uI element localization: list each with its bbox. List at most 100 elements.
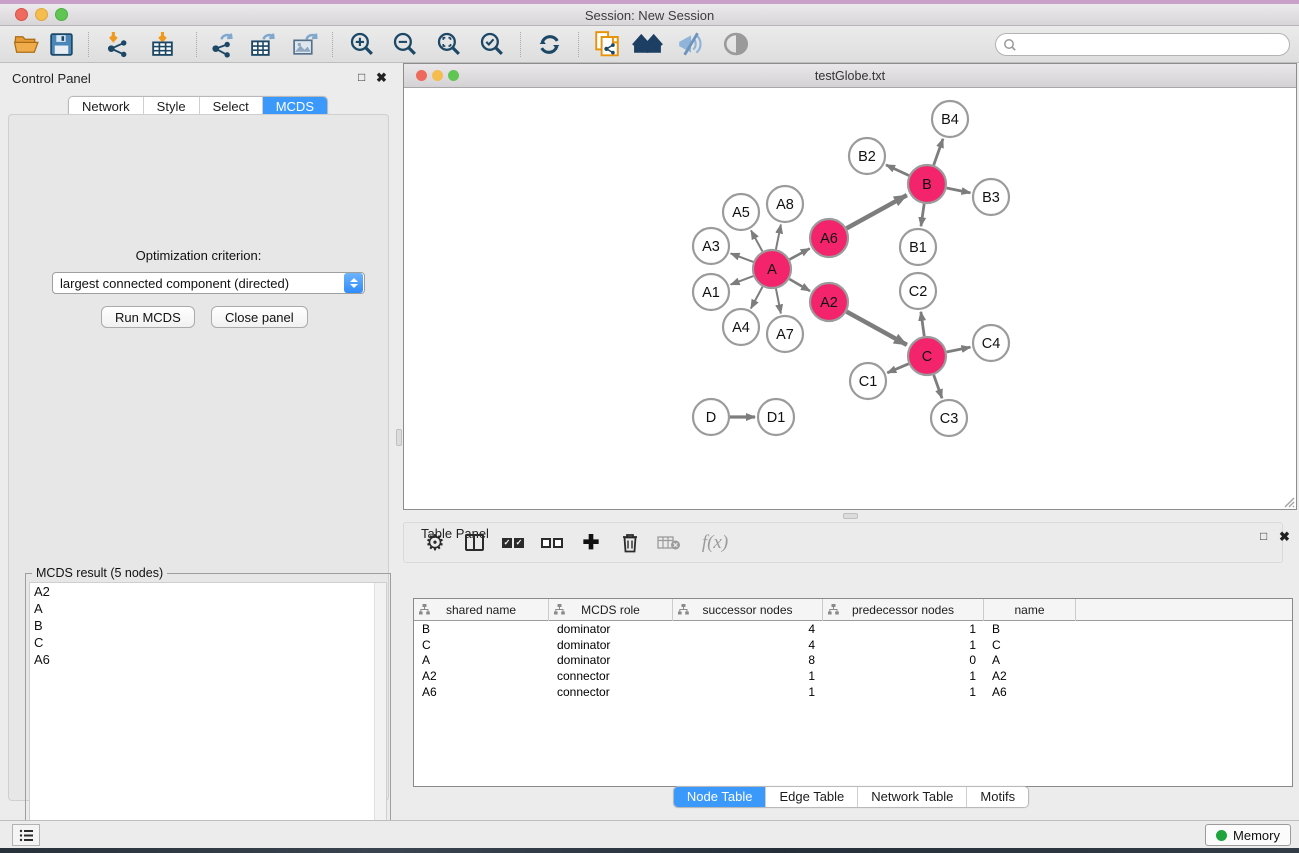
open-file-icon[interactable] [12,30,40,58]
graph-node-A[interactable]: A [753,250,791,288]
network-canvas[interactable]: B4 B2 B B3 A5A8A6 A3 B1 A A1 C2 A2 A4A7 C4 C C1 C3 D D1 [404,88,1296,509]
duplicate-network-icon[interactable] [593,30,621,58]
graph-edge-A-A2[interactable] [789,279,810,291]
graph-node-B3[interactable]: B3 [973,179,1009,215]
column-header-shared-name[interactable]: shared name [414,599,549,621]
graph-node-A2[interactable]: A2 [810,283,848,321]
column-header-mcds-role[interactable]: MCDS role [549,599,673,621]
graph-edge-A-A8[interactable] [776,225,781,250]
graph-node-B4[interactable]: B4 [932,101,968,137]
graph-edge-C-C4[interactable] [947,347,971,352]
apply-layout-icon[interactable] [535,30,563,58]
graph-edge-B-B2[interactable] [886,165,909,176]
graph-edge-A2-C[interactable] [847,312,907,345]
home-icon[interactable] [632,30,664,58]
graph-edge-A-A7[interactable] [776,289,781,314]
graph-edge-A-A1[interactable] [731,276,754,285]
graph-node-A6[interactable]: A6 [810,219,848,257]
graph-node-A8[interactable]: A8 [767,186,803,222]
mcds-result-list[interactable]: A2ABCA6 [29,582,387,853]
add-row-icon[interactable]: ✚ [576,528,606,558]
graph-edge-B-B1[interactable] [921,204,924,226]
table-row[interactable]: Cdominator41C [414,637,1292,653]
export-image-icon[interactable] [290,30,318,58]
table-row[interactable]: Bdominator41B [414,621,1292,637]
save-session-icon[interactable] [47,30,75,58]
close-panel-button[interactable]: Close panel [211,306,308,328]
graph-edge-B-B4[interactable] [934,139,943,165]
close-panel-icon[interactable]: ✖ [376,70,387,86]
control-panel: Control Panel □ ✖ NetworkStyleSelectMCDS… [0,63,396,820]
zoom-out-icon[interactable] [391,30,419,58]
graph-edge-C-C3[interactable] [934,375,942,398]
import-network-icon[interactable] [103,30,131,58]
table-row[interactable]: Adominator80A [414,652,1292,668]
dropdown-stepper-icon[interactable] [344,273,363,293]
graph-node-D[interactable]: D [693,399,729,435]
float-table-panel-icon[interactable]: □ [1260,529,1267,543]
mcds-result-item[interactable]: A [30,600,386,617]
close-table-panel-icon[interactable]: ✖ [1279,529,1290,545]
window-titlebar[interactable]: Session: New Session [0,4,1299,26]
graph-node-C2[interactable]: C2 [900,273,936,309]
graph-node-A3[interactable]: A3 [693,228,729,264]
graph-node-A7[interactable]: A7 [767,316,803,352]
optimization-criterion-dropdown[interactable]: largest connected component (directed) [52,272,365,294]
task-history-button[interactable] [12,824,40,846]
graph-edge-C-C2[interactable] [921,312,924,336]
tab-edge-table[interactable]: Edge Table [765,787,857,807]
graph-node-C[interactable]: C [908,337,946,375]
network-window-titlebar[interactable]: testGlobe.txt [404,64,1296,88]
search-field[interactable] [995,33,1290,56]
graph-edge-A-A4[interactable] [751,287,763,309]
graph-node-C1[interactable]: C1 [850,363,886,399]
mcds-result-item[interactable]: C [30,634,386,651]
mcds-result-item[interactable]: B [30,617,386,634]
zoom-fit-icon[interactable] [435,30,463,58]
graph-node-C4[interactable]: C4 [973,325,1009,361]
column-header-name[interactable]: name [984,599,1076,621]
hide-annotations-icon[interactable] [676,30,704,58]
select-all-rows-icon[interactable]: ✓✓ [498,528,528,558]
zoom-selected-icon[interactable] [478,30,506,58]
table-row[interactable]: A6connector11A6 [414,684,1292,700]
result-scrollbar[interactable] [374,583,386,853]
graph-edge-A-A5[interactable] [751,230,762,251]
graph-node-A5[interactable]: A5 [723,194,759,230]
tab-network-table[interactable]: Network Table [857,787,966,807]
graph-node-B1[interactable]: B1 [900,229,936,265]
deselect-all-rows-icon[interactable] [537,528,567,558]
mcds-result-item[interactable]: A6 [30,651,386,668]
attribute-type-icon [554,604,565,615]
delete-rows-icon[interactable] [615,528,645,558]
float-panel-icon[interactable]: □ [358,70,365,84]
column-header-predecessor-nodes[interactable]: predecessor nodes [823,599,984,621]
import-table-icon[interactable] [148,30,176,58]
search-input[interactable] [1017,36,1289,54]
run-mcds-button[interactable]: Run MCDS [101,306,195,328]
horizontal-split-handle[interactable] [843,513,858,519]
graph-edge-A6-B[interactable] [847,195,907,228]
export-table-icon[interactable] [248,30,276,58]
tab-motifs[interactable]: Motifs [966,787,1028,807]
vertical-split-handle[interactable] [396,429,402,446]
column-header-successor-nodes[interactable]: successor nodes [673,599,823,621]
graph-node-A1[interactable]: A1 [693,274,729,310]
graph-edge-C-C1[interactable] [887,364,908,373]
memory-button[interactable]: Memory [1205,824,1291,846]
table-row[interactable]: A2connector11A2 [414,668,1292,684]
graph-edge-A-A3[interactable] [731,253,754,262]
tab-node-table[interactable]: Node Table [674,787,766,807]
mcds-result-item[interactable]: A2 [30,583,386,600]
graph-node-B[interactable]: B [908,165,946,203]
graph-edge-B-B3[interactable] [947,188,971,193]
resize-grip-icon[interactable] [1282,495,1295,508]
graph-node-C3[interactable]: C3 [931,400,967,436]
export-network-icon[interactable] [208,30,236,58]
zoom-in-icon[interactable] [348,30,376,58]
graph-edge-A-A6[interactable] [790,249,810,260]
show-details-icon[interactable] [722,30,750,58]
graph-node-A4[interactable]: A4 [723,309,759,345]
graph-node-B2[interactable]: B2 [849,138,885,174]
graph-node-D1[interactable]: D1 [758,399,794,435]
